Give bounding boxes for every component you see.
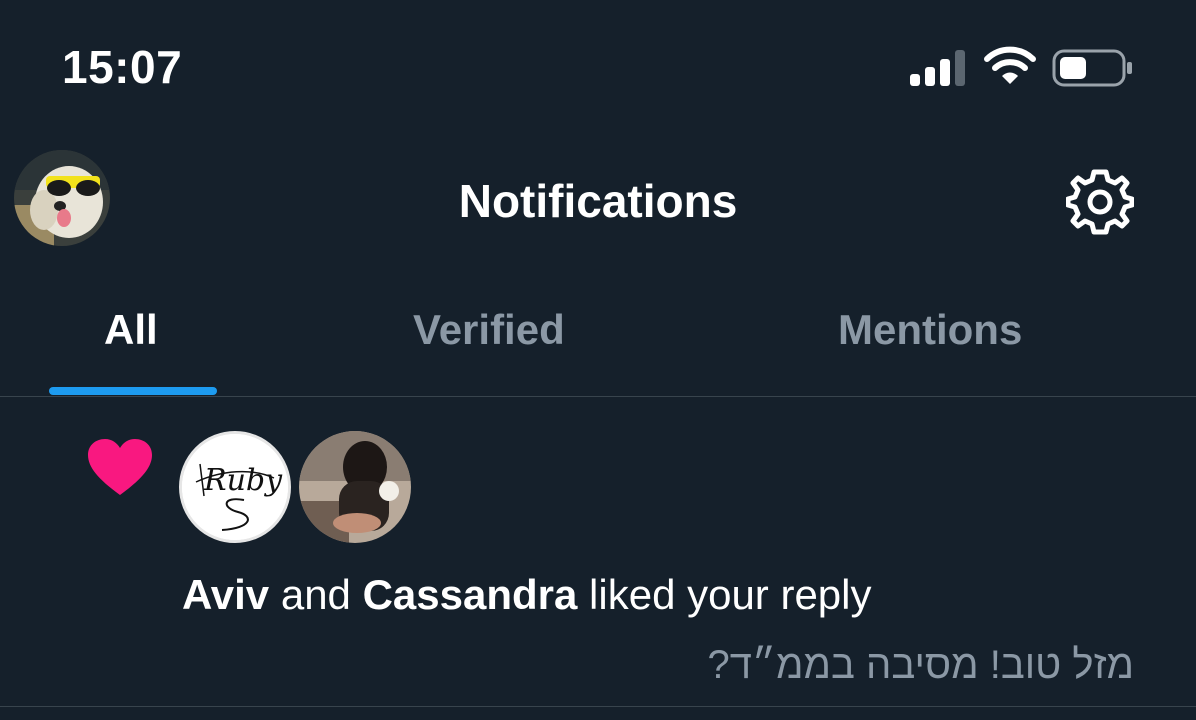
svg-text:Ruby: Ruby — [203, 463, 283, 498]
ruby-avatar-image: Ruby — [182, 434, 288, 540]
cellular-signal-icon — [910, 50, 965, 86]
tab-verified[interactable]: Verified — [413, 306, 565, 354]
liker-avatar-aviv[interactable]: Ruby — [179, 431, 291, 543]
page-title: Notifications — [458, 175, 738, 227]
conjunction-text: and — [269, 571, 363, 618]
tab-mentions[interactable]: Mentions — [838, 306, 1022, 354]
active-tab-indicator — [49, 387, 217, 395]
notifications-screen: 15:07 Notifications All Verified Mention… — [0, 0, 1196, 720]
gear-icon[interactable] — [1066, 168, 1134, 236]
status-time: 15:07 — [62, 41, 183, 93]
liker-avatar-cassandra[interactable] — [299, 431, 411, 543]
tab-all[interactable]: All — [104, 306, 158, 354]
notification-text: Aviv and Cassandra liked your reply — [182, 571, 872, 619]
battery-icon — [1052, 49, 1132, 87]
header: Notifications — [0, 140, 1196, 260]
status-bar: 15:07 — [0, 0, 1196, 130]
heart-icon — [88, 439, 152, 495]
notification-tabs: All Verified Mentions — [0, 290, 1196, 398]
cassandra-avatar-image — [299, 431, 411, 543]
reply-preview-text: מזל טוב! מסיבה בממ״ד? — [707, 643, 1134, 687]
wifi-icon — [984, 46, 1036, 84]
user-name-cassandra[interactable]: Cassandra — [363, 571, 578, 618]
divider — [0, 706, 1196, 707]
user-name-aviv[interactable]: Aviv — [182, 571, 269, 618]
notification-item[interactable]: Ruby Aviv and Cassandra liked your reply… — [0, 397, 1196, 707]
action-text: liked your reply — [577, 571, 872, 618]
